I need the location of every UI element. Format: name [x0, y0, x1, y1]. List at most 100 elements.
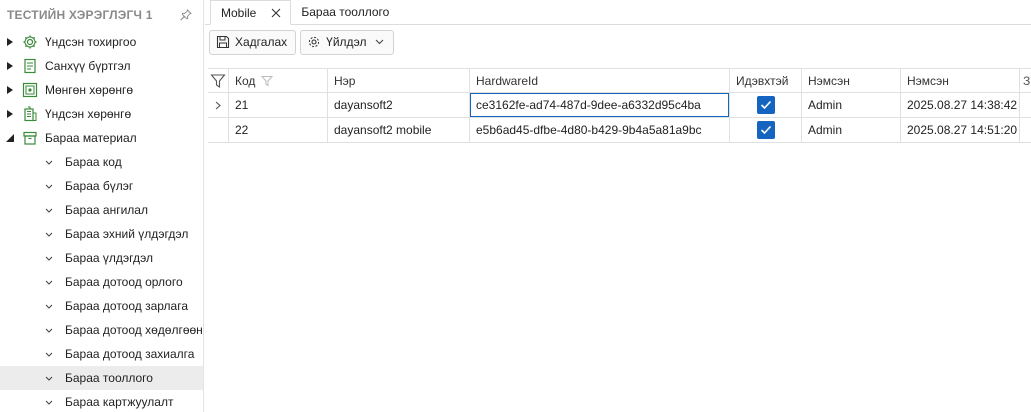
cell-truncated[interactable] [1020, 93, 1031, 117]
sidebar-subitem-internal-order[interactable]: Бараа дотоод захиалга [0, 342, 203, 366]
chevron-down-icon [44, 325, 54, 335]
sidebar: ТЕСТИЙН ХЭРЭГЛЭГЧ 1 Үндсэн тохиргоо Санх… [0, 0, 204, 412]
row-indicator[interactable] [208, 118, 229, 142]
cell-name[interactable]: dayansoft2 [328, 93, 470, 117]
cell-active[interactable] [730, 93, 802, 117]
sidebar-item-fixed-assets[interactable]: Үндсэн хөрөнгө [0, 102, 203, 126]
cell-added-at[interactable]: 2025.08.27 14:38:42 [901, 93, 1020, 117]
sidebar-item-finance[interactable]: Санхүү бүртгэл [0, 54, 203, 78]
sidebar-subitem-label: Бараа дотоод орлого [65, 275, 183, 289]
cell-name[interactable]: dayansoft2 mobile [328, 118, 470, 142]
data-grid: Код Нэр HardwareId Идэвхтэй Нэмсэн Нэмсэ… [208, 68, 1031, 143]
sidebar-subitem-internal-income[interactable]: Бараа дотоод орлого [0, 270, 203, 294]
main-panel: Mobile Бараа тооллого Хадгалах Үйлдэл Ко… [205, 0, 1031, 412]
sidebar-item-inventory[interactable]: Бараа материал [0, 126, 203, 150]
sidebar-subitem-opening-balance[interactable]: Бараа эхний үлдэгдэл [0, 222, 203, 246]
actions-dropdown[interactable]: Үйлдэл [300, 29, 394, 55]
sidebar-subitem-item-group[interactable]: Бараа бүлэг [0, 174, 203, 198]
tab-label: Бараа тооллого [301, 5, 390, 19]
sidebar-subitem-label: Бараа эхний үлдэгдэл [65, 227, 189, 241]
hardware-id-input[interactable]: ce3162fe-ad74-487d-9dee-a6332d95c4ba [470, 93, 729, 117]
sidebar-subitem-stocktake[interactable]: Бараа тооллого [0, 366, 203, 390]
sidebar-subitem-item-code[interactable]: Бараа код [0, 150, 203, 174]
checkmark-icon [760, 100, 771, 110]
table-row[interactable]: 21 dayansoft2 ce3162fe-ad74-487d-9dee-a6… [208, 93, 1031, 118]
column-header-label: Идэвхтэй [736, 73, 789, 88]
chevron-down-icon [375, 37, 385, 47]
table-row[interactable]: 22 dayansoft2 mobile e5b6ad45-dfbe-4d80-… [208, 118, 1031, 143]
filter-icon [210, 73, 226, 89]
sidebar-item-label: Үндсэн хөрөнгө [45, 107, 132, 121]
caret-down-icon[interactable] [6, 133, 14, 143]
sidebar-subitem-balance[interactable]: Бараа үлдэгдэл [0, 246, 203, 270]
sidebar-subitem-internal-movement[interactable]: Бараа дотоод хөдөлгөөн [0, 318, 203, 342]
sidebar-subitem-label: Бараа дотоод захиалга [65, 347, 195, 361]
sidebar-subitem-label: Бараа ангилал [65, 203, 148, 217]
sidebar-header: ТЕСТИЙН ХЭРЭГЛЭГЧ 1 [0, 0, 203, 30]
caret-right-icon[interactable] [6, 37, 14, 47]
sidebar-item-label: Бараа материал [45, 131, 137, 145]
row-indicator[interactable] [208, 93, 229, 117]
column-header-added-at[interactable]: Нэмсэн [901, 69, 1020, 92]
caret-right-icon[interactable] [6, 61, 14, 71]
cell-added-at[interactable]: 2025.08.27 14:51:20 [901, 118, 1020, 142]
cell-truncated[interactable] [1020, 118, 1031, 142]
sidebar-subitem-item-category[interactable]: Бараа ангилал [0, 198, 203, 222]
chevron-down-icon [44, 181, 54, 191]
sidebar-subitem-label: Бараа код [65, 155, 122, 169]
sidebar-subitem-item-carding[interactable]: Бараа картжуулалт [0, 390, 203, 412]
column-header-active[interactable]: Идэвхтэй [730, 69, 802, 92]
cell-hardware-id-editor[interactable]: ce3162fe-ad74-487d-9dee-a6332d95c4ba [470, 93, 730, 117]
column-header-code[interactable]: Код [229, 69, 328, 92]
close-icon[interactable] [270, 7, 282, 19]
cell-hardware-id[interactable]: e5b6ad45-dfbe-4d80-b429-9b4a5a81a9bc [470, 118, 730, 142]
gear-icon [307, 35, 321, 49]
tab-label: Mobile [221, 5, 257, 20]
chevron-right-icon [215, 101, 221, 109]
active-checkbox[interactable] [756, 96, 775, 114]
column-header-truncated[interactable]: З [1020, 69, 1031, 92]
gear-icon [22, 34, 38, 50]
filter-toggle[interactable] [208, 69, 229, 92]
money-icon [22, 82, 38, 98]
chevron-down-icon [44, 277, 54, 287]
cell-active[interactable] [730, 118, 802, 142]
filter-icon[interactable] [261, 75, 274, 87]
cell-added-by[interactable]: Admin [802, 93, 901, 117]
sidebar-item-label: Мөнгөн хөрөнгө [45, 83, 134, 97]
sidebar-item-label: Үндсэн тохиргоо [45, 35, 137, 49]
chevron-down-icon [44, 397, 54, 407]
chevron-down-icon [44, 229, 54, 239]
chevron-down-icon [44, 349, 54, 359]
active-checkbox[interactable] [756, 121, 775, 139]
column-header-added-by[interactable]: Нэмсэн [802, 69, 901, 92]
chevron-down-icon [44, 157, 54, 167]
caret-right-icon[interactable] [6, 109, 14, 119]
column-header-name[interactable]: Нэр [328, 69, 470, 92]
cell-code[interactable]: 21 [229, 93, 328, 117]
save-button[interactable]: Хадгалах [209, 29, 297, 55]
toolbar: Хадгалах Үйлдэл [205, 25, 1031, 59]
sidebar-item-cash[interactable]: Мөнгөн хөрөнгө [0, 78, 203, 102]
pin-icon[interactable] [179, 8, 193, 22]
sidebar-item-basic-settings[interactable]: Үндсэн тохиргоо [0, 30, 203, 54]
checkmark-icon [760, 125, 771, 135]
sidebar-subitem-label: Бараа картжуулалт [65, 395, 174, 409]
cell-code[interactable]: 22 [229, 118, 328, 142]
column-header-label: HardwareId [476, 73, 539, 88]
cell-added-by[interactable]: Admin [802, 118, 901, 142]
sidebar-subitem-label: Бараа бүлэг [65, 179, 134, 193]
sidebar-subitem-label: Бараа дотоод зарлага [65, 299, 188, 313]
tab-stocktake[interactable]: Бараа тооллого [291, 0, 397, 24]
save-icon [216, 35, 230, 49]
chevron-down-icon [44, 373, 54, 383]
sidebar-subitem-internal-expense[interactable]: Бараа дотоод зарлага [0, 294, 203, 318]
save-button-label: Хадгалах [235, 35, 288, 49]
column-header-hardware-id[interactable]: HardwareId [470, 69, 730, 92]
caret-right-icon[interactable] [6, 85, 14, 95]
column-header-label: Нэмсэн [808, 73, 850, 88]
sidebar-subitem-label: Бараа тооллого [65, 371, 153, 385]
tab-mobile[interactable]: Mobile [210, 0, 292, 25]
sidebar-title: ТЕСТИЙН ХЭРЭГЛЭГЧ 1 [7, 8, 153, 22]
building-icon [22, 106, 38, 122]
